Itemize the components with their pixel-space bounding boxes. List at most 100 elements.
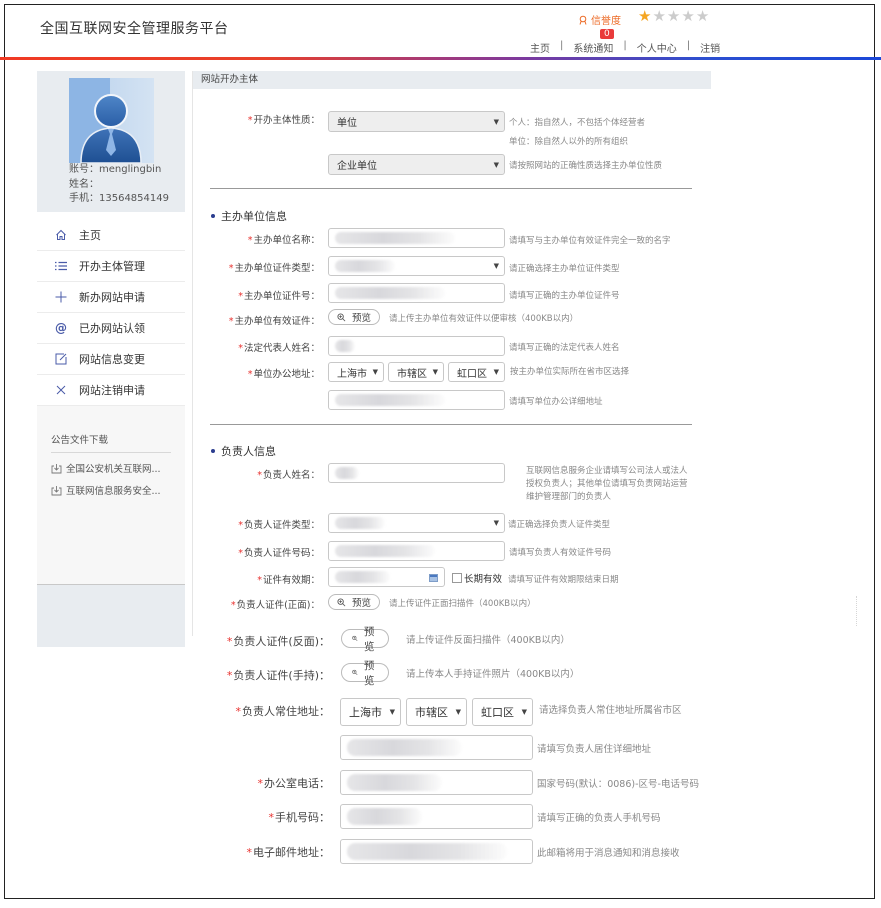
person-name-label: *负责人姓名： bbox=[257, 470, 320, 481]
cert-hand-label: *负责人证件(手持)： bbox=[226, 669, 330, 682]
download-icon bbox=[51, 485, 62, 495]
nav-home[interactable]: 主页 bbox=[530, 40, 550, 55]
download-link[interactable]: 全国公安机关互联网... bbox=[51, 461, 171, 475]
nav-logout[interactable]: 注销 bbox=[700, 40, 720, 55]
person-cert-no-input[interactable] bbox=[328, 541, 505, 561]
org-address-detail-input[interactable] bbox=[328, 390, 505, 410]
subject-subtype-select[interactable]: 企业单位 ▼ bbox=[328, 154, 505, 175]
nav-separator: | bbox=[623, 40, 627, 51]
sidebar-item-subject-management[interactable]: 开办主体管理 bbox=[37, 251, 185, 282]
cert-front-label: *负责人证件(正面)： bbox=[230, 600, 320, 611]
org-city-select[interactable]: 市辖区 ▼ bbox=[388, 362, 444, 382]
org-name-label: *主办单位名称： bbox=[247, 235, 320, 246]
star-icon-empty: ★ bbox=[695, 7, 710, 25]
office-phone-label: *办公室电话： bbox=[257, 777, 331, 790]
person-province-select[interactable]: 上海市 ▼ bbox=[340, 698, 401, 726]
nav-notifications[interactable]: 系统通知 bbox=[573, 40, 613, 55]
subject-nature-hint-1: 个人：指自然人，不包括个体经营者 bbox=[509, 118, 646, 128]
org-cert-no-hint: 请填写正确的主办单位证件号 bbox=[509, 291, 620, 301]
person-name-input[interactable] bbox=[328, 463, 505, 483]
person-cert-type-hint: 请正确选择负责人证件类型 bbox=[508, 520, 611, 530]
bullet-icon bbox=[211, 214, 215, 218]
org-cert-file-label: *主办单位有效证件： bbox=[228, 316, 320, 327]
star-icon-filled: ★ bbox=[638, 7, 652, 25]
subject-nature-select[interactable]: 单位 ▼ bbox=[328, 111, 505, 132]
sidebar-item-home[interactable]: 主页 bbox=[37, 220, 185, 251]
credit-label: 信誉度 bbox=[591, 16, 621, 27]
caret-down-icon: ▼ bbox=[432, 368, 438, 376]
account-value: menglingbin bbox=[99, 164, 162, 175]
person-address-hint: 请选择负责人常住地址所属省市区 bbox=[539, 705, 682, 716]
star-icon-empty: ★ bbox=[681, 7, 695, 25]
org-cert-type-select[interactable]: ▼ bbox=[328, 256, 505, 276]
user-avatar-icon bbox=[80, 94, 142, 163]
download-link[interactable]: 互联网信息服务安全... bbox=[51, 483, 171, 497]
profile-info: 账号：menglingbin 姓名： 手机：13564854149 bbox=[69, 163, 169, 207]
section-divider bbox=[210, 188, 692, 189]
sidebar-menu: 主页 开办主体管理 新办网站申请 @ 已办网站认领 网站信息变更 网站注销申请 bbox=[37, 220, 185, 406]
list-icon bbox=[53, 261, 69, 271]
cert-front-hint: 请上传证件正面扫描件（400KB以内） bbox=[389, 599, 536, 609]
cert-back-hint: 请上传证件反面扫描件（400KB以内） bbox=[406, 635, 570, 646]
sidebar-item-label: 新办网站申请 bbox=[79, 291, 145, 304]
legal-rep-hint: 请填写正确的法定代表人姓名 bbox=[509, 343, 620, 353]
sidebar-footer bbox=[37, 584, 185, 647]
caret-down-icon: ▼ bbox=[493, 117, 499, 126]
edit-icon bbox=[53, 353, 69, 365]
cert-validity-hint: 请填写证件有效期限结束日期 bbox=[508, 575, 619, 585]
sidebar-item-label: 开办主体管理 bbox=[79, 260, 145, 273]
downloads-title: 公告文件下载 bbox=[51, 418, 171, 453]
long-term-checkbox[interactable]: 长期有效 bbox=[452, 571, 502, 585]
credit-rating-label: 信誉度 bbox=[578, 12, 621, 27]
checkbox-icon bbox=[452, 573, 462, 583]
org-cert-file-hint: 请上传主办单位有效证件以便审核（400KB以内） bbox=[389, 314, 579, 324]
person-address-detail-input[interactable] bbox=[340, 735, 533, 760]
profile-card: 账号：menglingbin 姓名： 手机：13564854149 bbox=[37, 71, 185, 212]
sidebar-item-new-website[interactable]: 新办网站申请 bbox=[37, 282, 185, 313]
person-address-detail-hint: 请填写负责人居住详细地址 bbox=[537, 744, 652, 755]
download-link-label: 互联网信息服务安全... bbox=[66, 486, 161, 497]
nav-separator: | bbox=[686, 40, 691, 51]
bullet-icon bbox=[211, 449, 215, 453]
cert-hand-preview-button[interactable]: 预览 bbox=[341, 660, 389, 687]
sidebar-item-claim-website[interactable]: @ 已办网站认领 bbox=[37, 313, 185, 344]
person-section-title: 负责人信息 bbox=[211, 443, 276, 459]
sidebar-item-label: 已办网站认领 bbox=[79, 322, 145, 335]
mobile-label: *手机号码： bbox=[268, 811, 331, 824]
mobile-input[interactable] bbox=[340, 804, 533, 829]
person-cert-type-select[interactable]: ▼ bbox=[328, 513, 505, 533]
caret-down-icon: ▼ bbox=[521, 708, 527, 716]
name-label: 姓名： bbox=[69, 178, 99, 190]
org-district-select[interactable]: 虹口区 ▼ bbox=[448, 362, 505, 382]
sidebar-item-cancel-website[interactable]: 网站注销申请 bbox=[37, 375, 185, 406]
email-hint: 此邮箱将用于消息通知和消息接收 bbox=[537, 848, 680, 859]
person-cert-no-hint: 请填写负责人有效证件号码 bbox=[509, 548, 612, 558]
org-province-select[interactable]: 上海市 ▼ bbox=[328, 362, 384, 382]
person-name-hint: 互联网信息服务企业请填写公司法人或法人授权负责人；其他单位请填写负责网站运营维护… bbox=[526, 466, 688, 502]
legal-rep-input[interactable] bbox=[328, 336, 505, 356]
org-cert-no-input[interactable] bbox=[328, 283, 505, 303]
phone-label: 手机： bbox=[69, 193, 99, 204]
sidebar-item-change-info[interactable]: 网站信息变更 bbox=[37, 344, 185, 375]
cert-front-preview-button[interactable]: 预览 bbox=[328, 594, 381, 610]
credit-stars: ★ ★ ★ ★ ★ bbox=[638, 9, 709, 24]
sidebar: 账号：menglingbin 姓名： 手机：13564854149 主页 开办主… bbox=[37, 71, 185, 647]
org-name-input[interactable] bbox=[328, 228, 505, 248]
org-cert-type-label: *主办单位证件类型： bbox=[228, 263, 320, 274]
email-input[interactable] bbox=[340, 839, 533, 864]
zoom-in-icon bbox=[337, 312, 346, 321]
top-nav: 主页 | 系统通知 | 个人中心 | 注销 bbox=[530, 40, 720, 55]
sidebar-item-label: 网站信息变更 bbox=[79, 353, 145, 366]
calendar-icon[interactable] bbox=[429, 574, 438, 582]
person-district-select[interactable]: 虹口区 ▼ bbox=[472, 698, 533, 726]
cert-validity-date-input[interactable] bbox=[328, 567, 445, 587]
org-cert-preview-button[interactable]: 预览 bbox=[328, 309, 381, 325]
downloads-panel: 公告文件下载 全国公安机关互联网... 互联网信息服务安全... bbox=[37, 418, 185, 584]
header-divider bbox=[0, 57, 881, 60]
cert-back-preview-button[interactable]: 预览 bbox=[341, 626, 389, 653]
org-address-label: *单位办公地址： bbox=[247, 369, 320, 380]
nav-personal-center[interactable]: 个人中心 bbox=[637, 40, 677, 55]
office-phone-input[interactable] bbox=[340, 770, 533, 795]
person-city-select[interactable]: 市辖区 ▼ bbox=[406, 698, 467, 726]
sidebar-item-label: 主页 bbox=[79, 229, 101, 242]
